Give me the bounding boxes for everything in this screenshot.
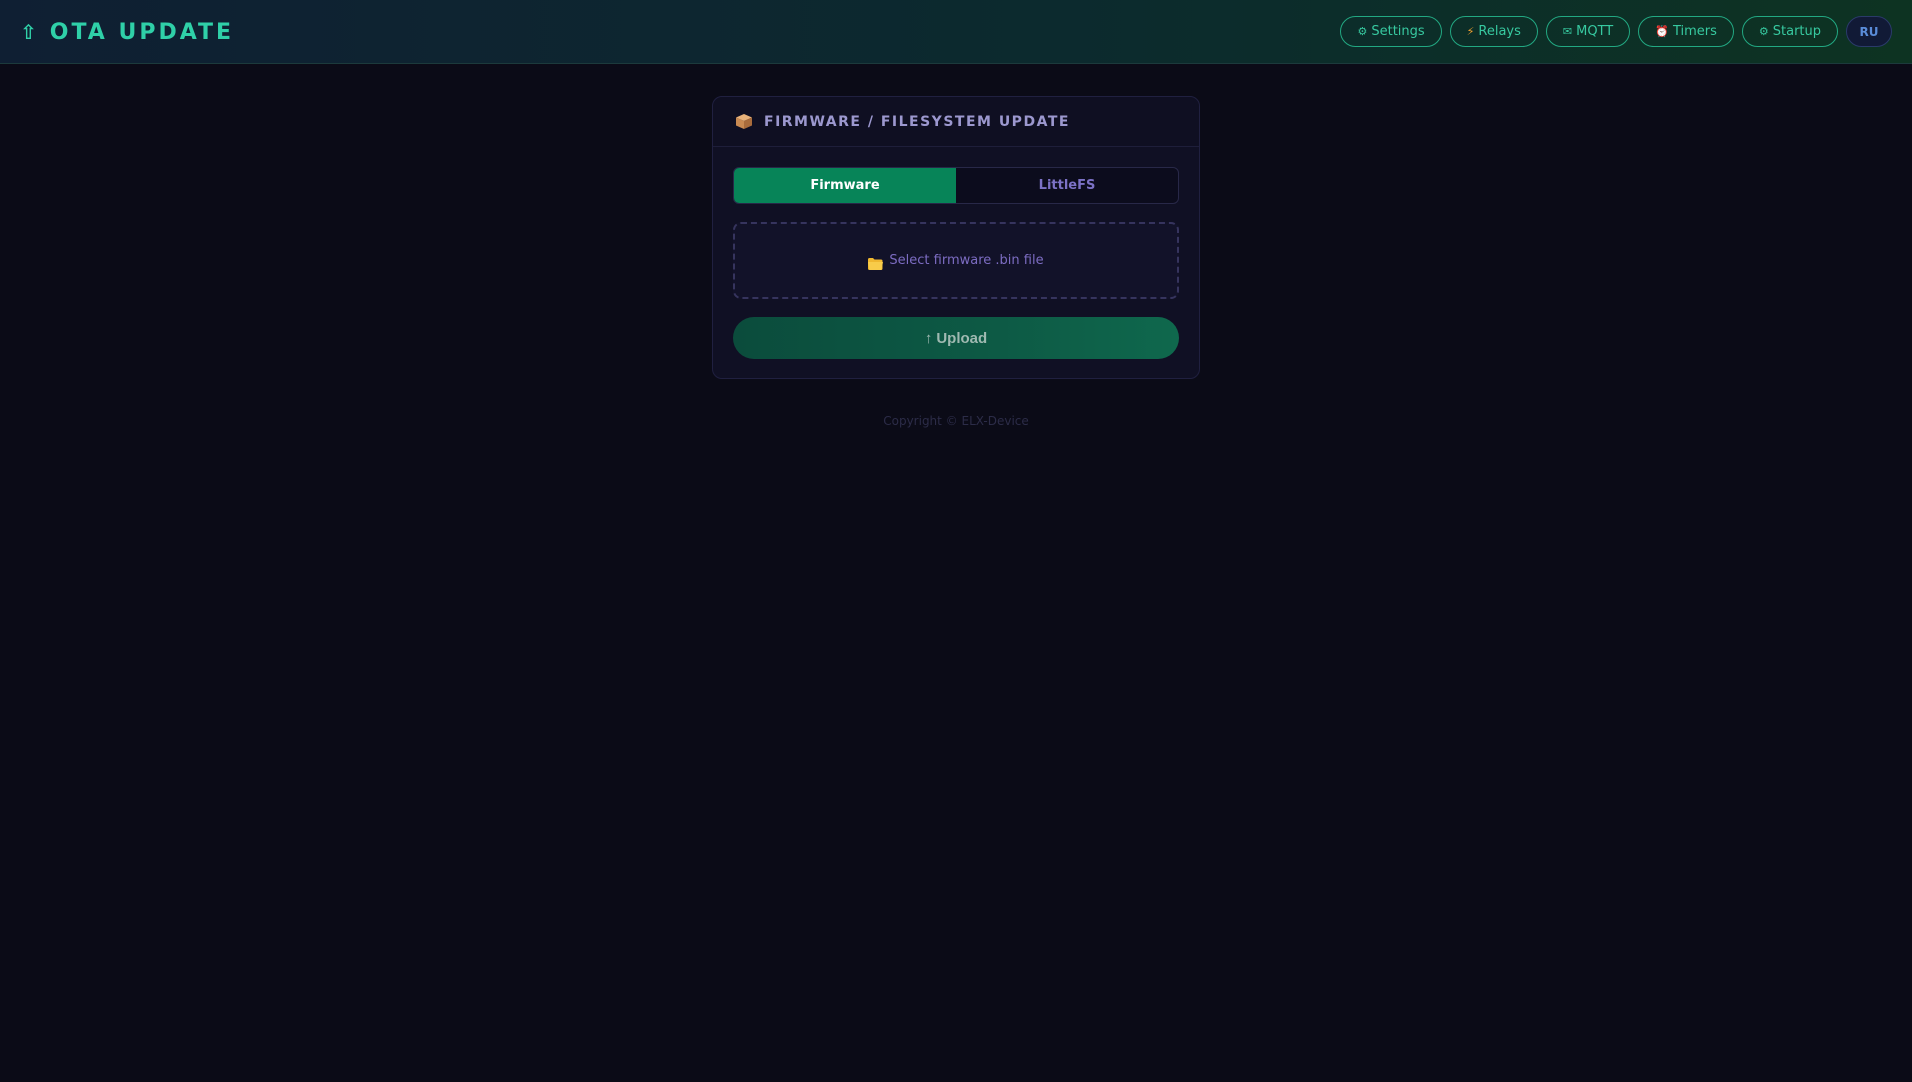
nav-timers-label: Timers (1672, 24, 1717, 39)
nav-mqtt-button[interactable]: ✉ MQTT (1545, 16, 1631, 47)
file-select-dropzone[interactable]: Select firmware .bin file (733, 222, 1179, 299)
envelope-icon: ✉ (1562, 25, 1573, 38)
page-title: OTA UPDATE (49, 19, 235, 45)
update-type-tabs: Firmware LittleFS (733, 167, 1179, 204)
nav-bar: ⚙ Settings ⚡ Relays ✉ MQTT ⏰ Timers ⚙ St… (1340, 16, 1892, 47)
upload-button[interactable]: ↑ Upload (733, 317, 1179, 359)
card-header: FIRMWARE / FILESYSTEM UPDATE (713, 97, 1199, 147)
nav-mqtt-label: MQTT (1576, 24, 1614, 39)
lightning-icon: ⚡ (1466, 25, 1475, 38)
card-title: FIRMWARE / FILESYSTEM UPDATE (764, 113, 1070, 130)
tab-firmware[interactable]: Firmware (734, 168, 956, 203)
gear-icon: ⚙ (1758, 25, 1769, 38)
nav-timers-button[interactable]: ⏰ Timers (1638, 16, 1734, 47)
nav-relays-label: Relays (1478, 24, 1521, 39)
copyright-footer: Copyright © ELX-Device (883, 414, 1029, 428)
up-arrow-icon: ↑ (924, 329, 933, 347)
alarm-clock-icon: ⏰ (1655, 25, 1669, 38)
language-toggle-button[interactable]: RU (1846, 16, 1892, 47)
update-card: FIRMWARE / FILESYSTEM UPDATE Firmware Li… (712, 96, 1200, 379)
upload-arrow-icon: ⇧ (20, 20, 40, 44)
nav-startup-button[interactable]: ⚙ Startup (1741, 16, 1838, 47)
app-brand: ⇧ OTA UPDATE (20, 0, 234, 64)
top-bar: ⇧ OTA UPDATE ⚙ Settings ⚡ Relays ✉ MQTT … (0, 0, 1912, 64)
nav-relays-button[interactable]: ⚡ Relays (1449, 16, 1538, 47)
folder-icon (868, 255, 884, 270)
nav-startup-label: Startup (1772, 24, 1821, 39)
nav-settings-label: Settings (1371, 24, 1425, 39)
upload-button-label: Upload (936, 329, 988, 347)
tab-littlefs[interactable]: LittleFS (956, 168, 1178, 203)
gear-icon: ⚙ (1357, 25, 1368, 38)
package-icon (736, 114, 752, 129)
file-select-label: Select firmware .bin file (889, 253, 1044, 268)
nav-settings-button[interactable]: ⚙ Settings (1340, 16, 1442, 47)
